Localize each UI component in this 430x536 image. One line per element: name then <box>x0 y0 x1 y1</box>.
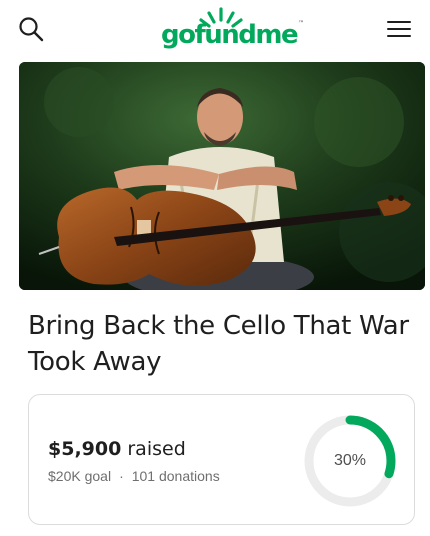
logo-wordmark: gofundme™ <box>161 20 305 50</box>
menu-button[interactable] <box>384 14 414 44</box>
campaign-title[interactable]: Bring Back the Cello That War Took Away <box>28 308 418 380</box>
stats-separator: · <box>119 468 124 484</box>
search-icon <box>19 17 44 42</box>
progress-percent: 30% <box>333 452 367 469</box>
goal-text: $20K goal <box>48 468 112 484</box>
raised-amount: $5,900 raised <box>48 438 186 460</box>
donations-count: 101 donations <box>131 468 220 484</box>
raised-word: raised <box>127 438 186 460</box>
campaign-hero-image[interactable] <box>19 62 425 290</box>
hamburger-menu-icon <box>387 21 411 37</box>
campaign-stats: $20K goal · 101 donations <box>48 468 220 484</box>
raised-value: $5,900 <box>48 438 122 460</box>
gofundme-logo[interactable]: gofundme™ <box>161 6 304 52</box>
top-nav: gofundme™ <box>0 0 430 62</box>
donation-progress-card[interactable]: $5,900 raised $20K goal · 101 donations 30… <box>28 394 415 525</box>
cellist-photo <box>19 62 425 290</box>
search-button[interactable] <box>16 14 46 44</box>
